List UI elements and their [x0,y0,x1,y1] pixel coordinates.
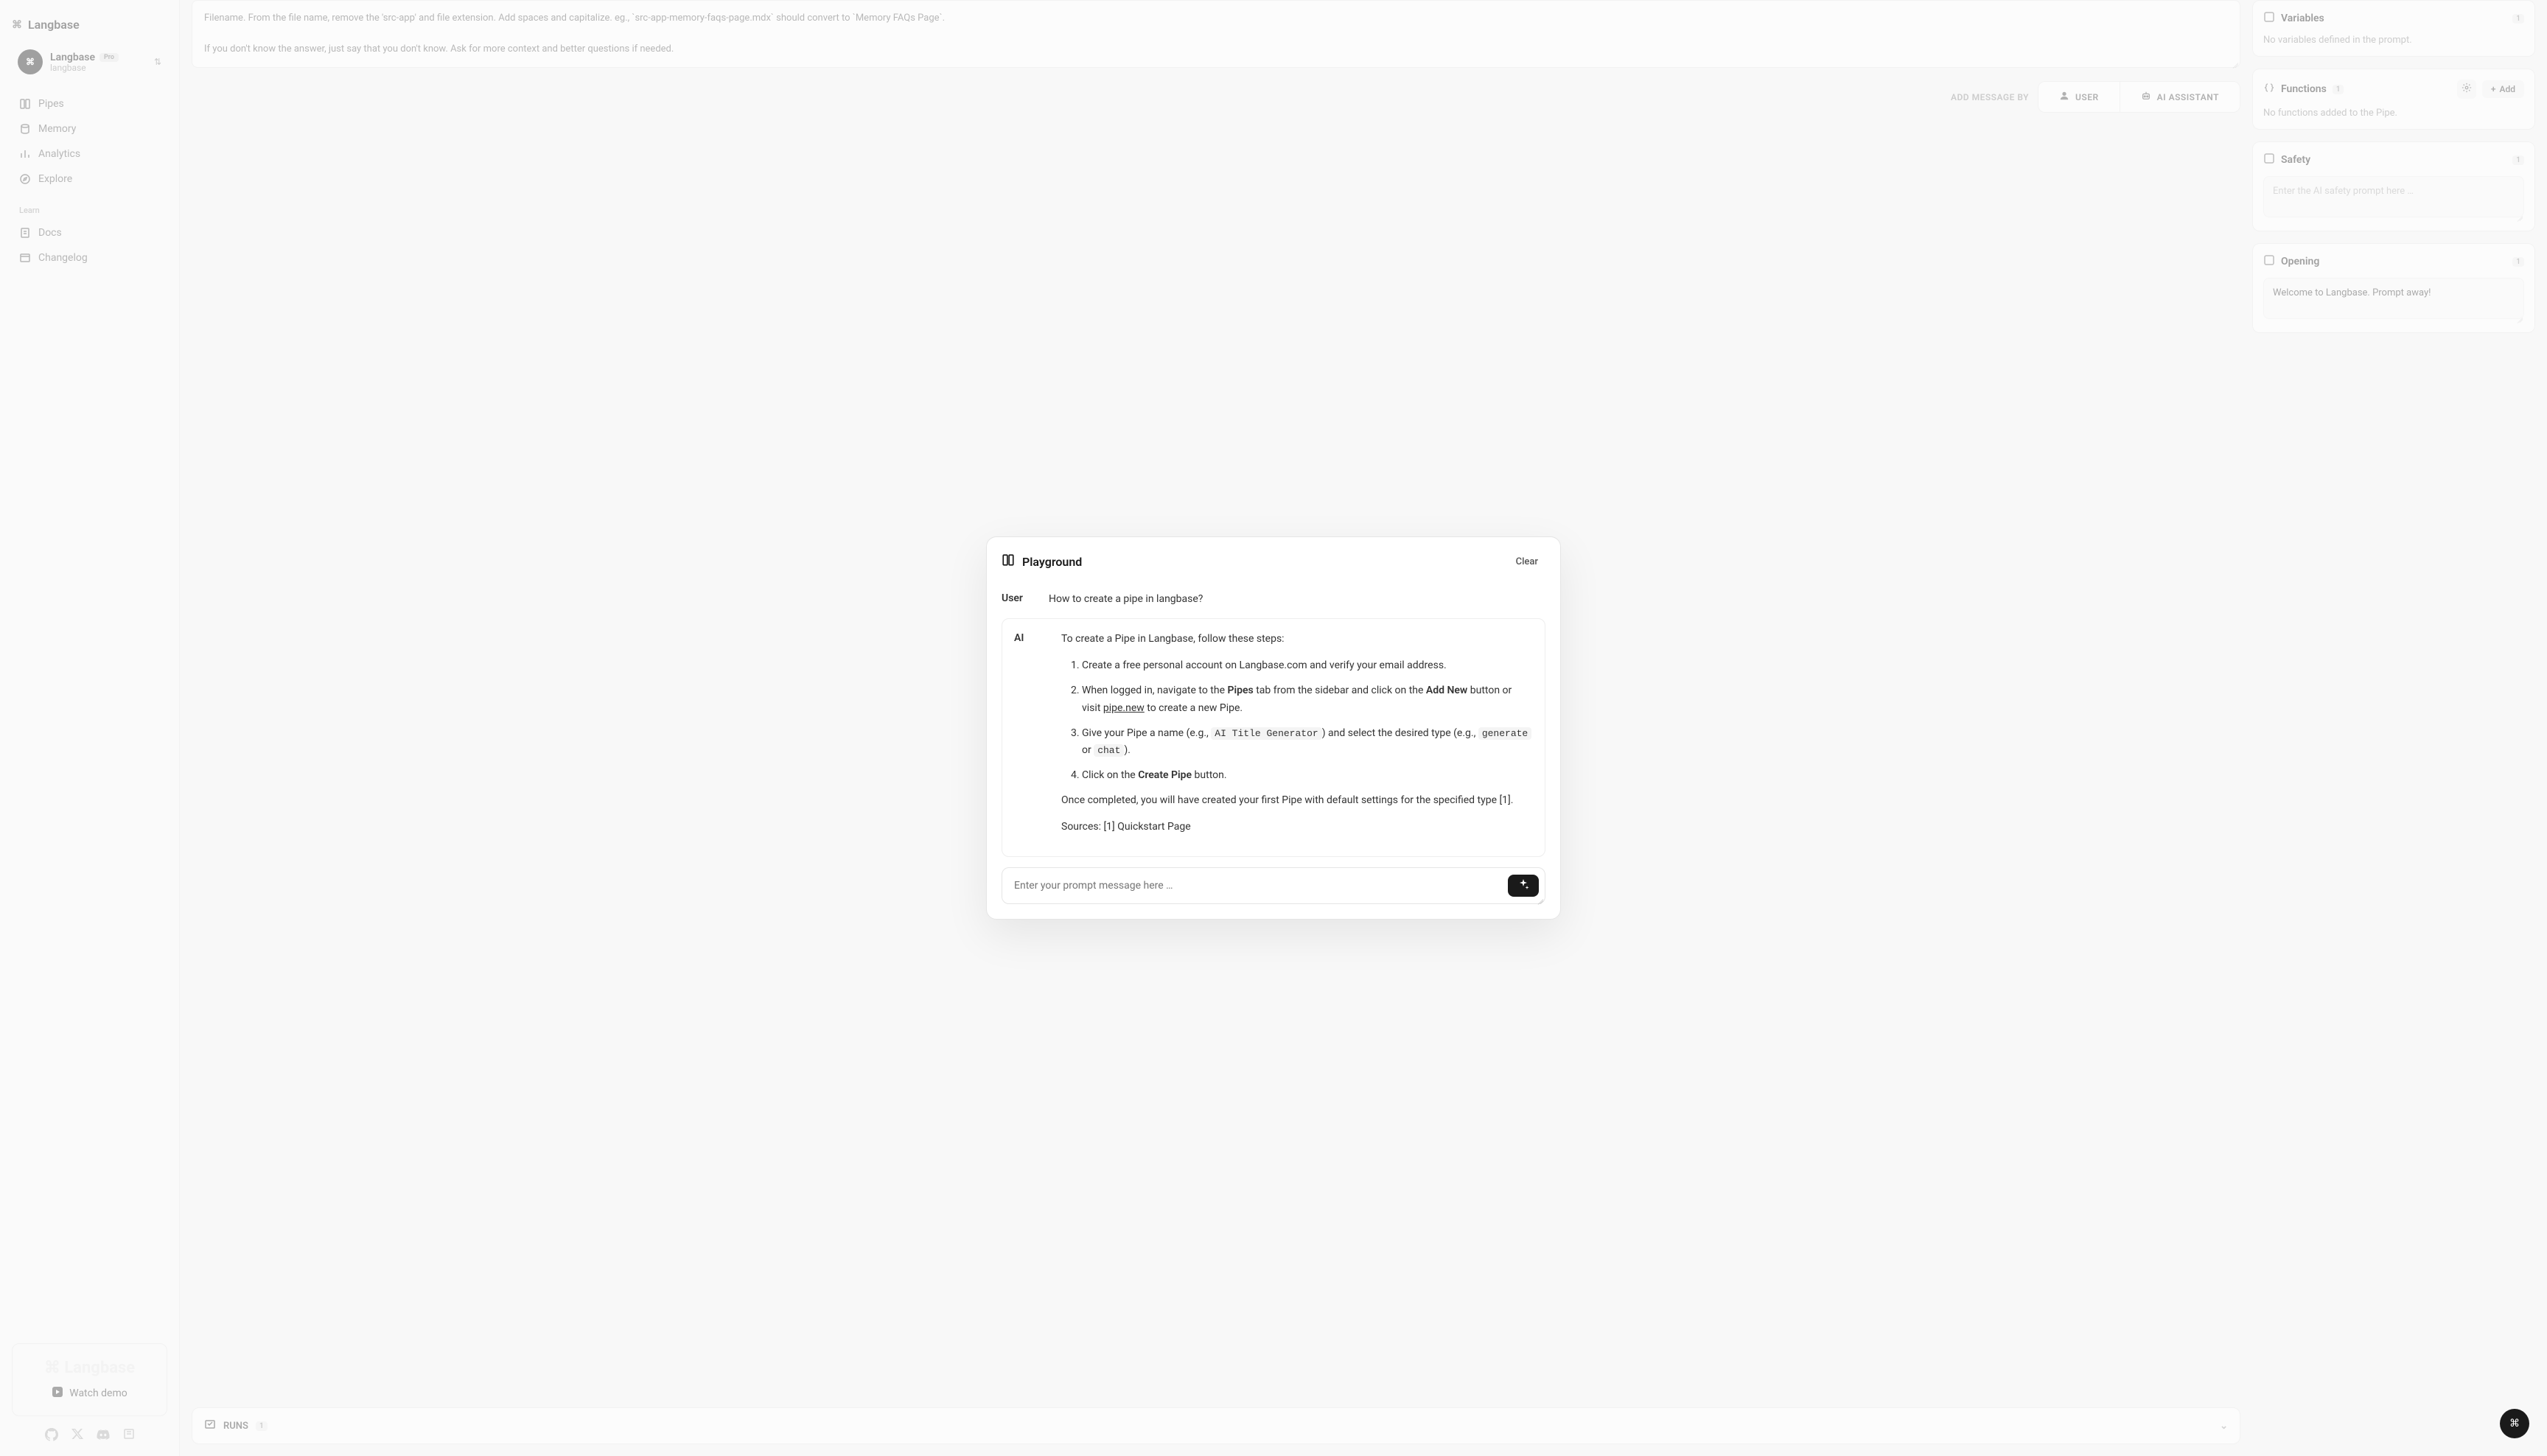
ai-outro: Once completed, you will have created yo… [1061,792,1533,810]
send-button[interactable] [1508,875,1539,897]
playground-icon [1002,553,1015,570]
clear-button[interactable]: Clear [1509,552,1545,572]
ai-message-body: To create a Pipe in Langbase, follow the… [1061,631,1533,844]
msg-role-user: User [1002,591,1034,609]
sparkle-icon [1517,878,1529,893]
user-message-row: User How to create a pipe in langbase? [1002,587,1545,619]
pipe-new-link[interactable]: pipe.new [1103,702,1145,714]
ai-intro: To create a Pipe in Langbase, follow the… [1061,631,1533,648]
playground-modal: Playground Clear User How to create a pi… [986,536,1561,920]
command-icon: ⌘ [2509,1418,2520,1429]
ai-response-wrapper: AI To create a Pipe in Langbase, follow … [1002,618,1545,857]
modal-header: Playground Clear [1002,552,1545,572]
ai-step-2: When logged in, navigate to the Pipes ta… [1082,682,1533,718]
modal-title: Playground [1022,555,1082,569]
ai-step-1: Create a free personal account on Langba… [1082,657,1533,675]
user-message-body: How to create a pipe in langbase? [1049,591,1545,609]
ai-step-4: Click on the Create Pipe button. [1082,767,1533,785]
prompt-input[interactable] [1005,871,1508,900]
prompt-input-row [1002,867,1545,904]
msg-role-ai: AI [1014,631,1047,844]
ai-step-3: Give your Pipe a name (e.g., AI Title Ge… [1082,725,1533,760]
command-fab[interactable]: ⌘ [2500,1409,2529,1438]
playground-overlay: Playground Clear User How to create a pi… [0,0,2547,1456]
ai-sources: Sources: [1] Quickstart Page [1061,819,1533,836]
